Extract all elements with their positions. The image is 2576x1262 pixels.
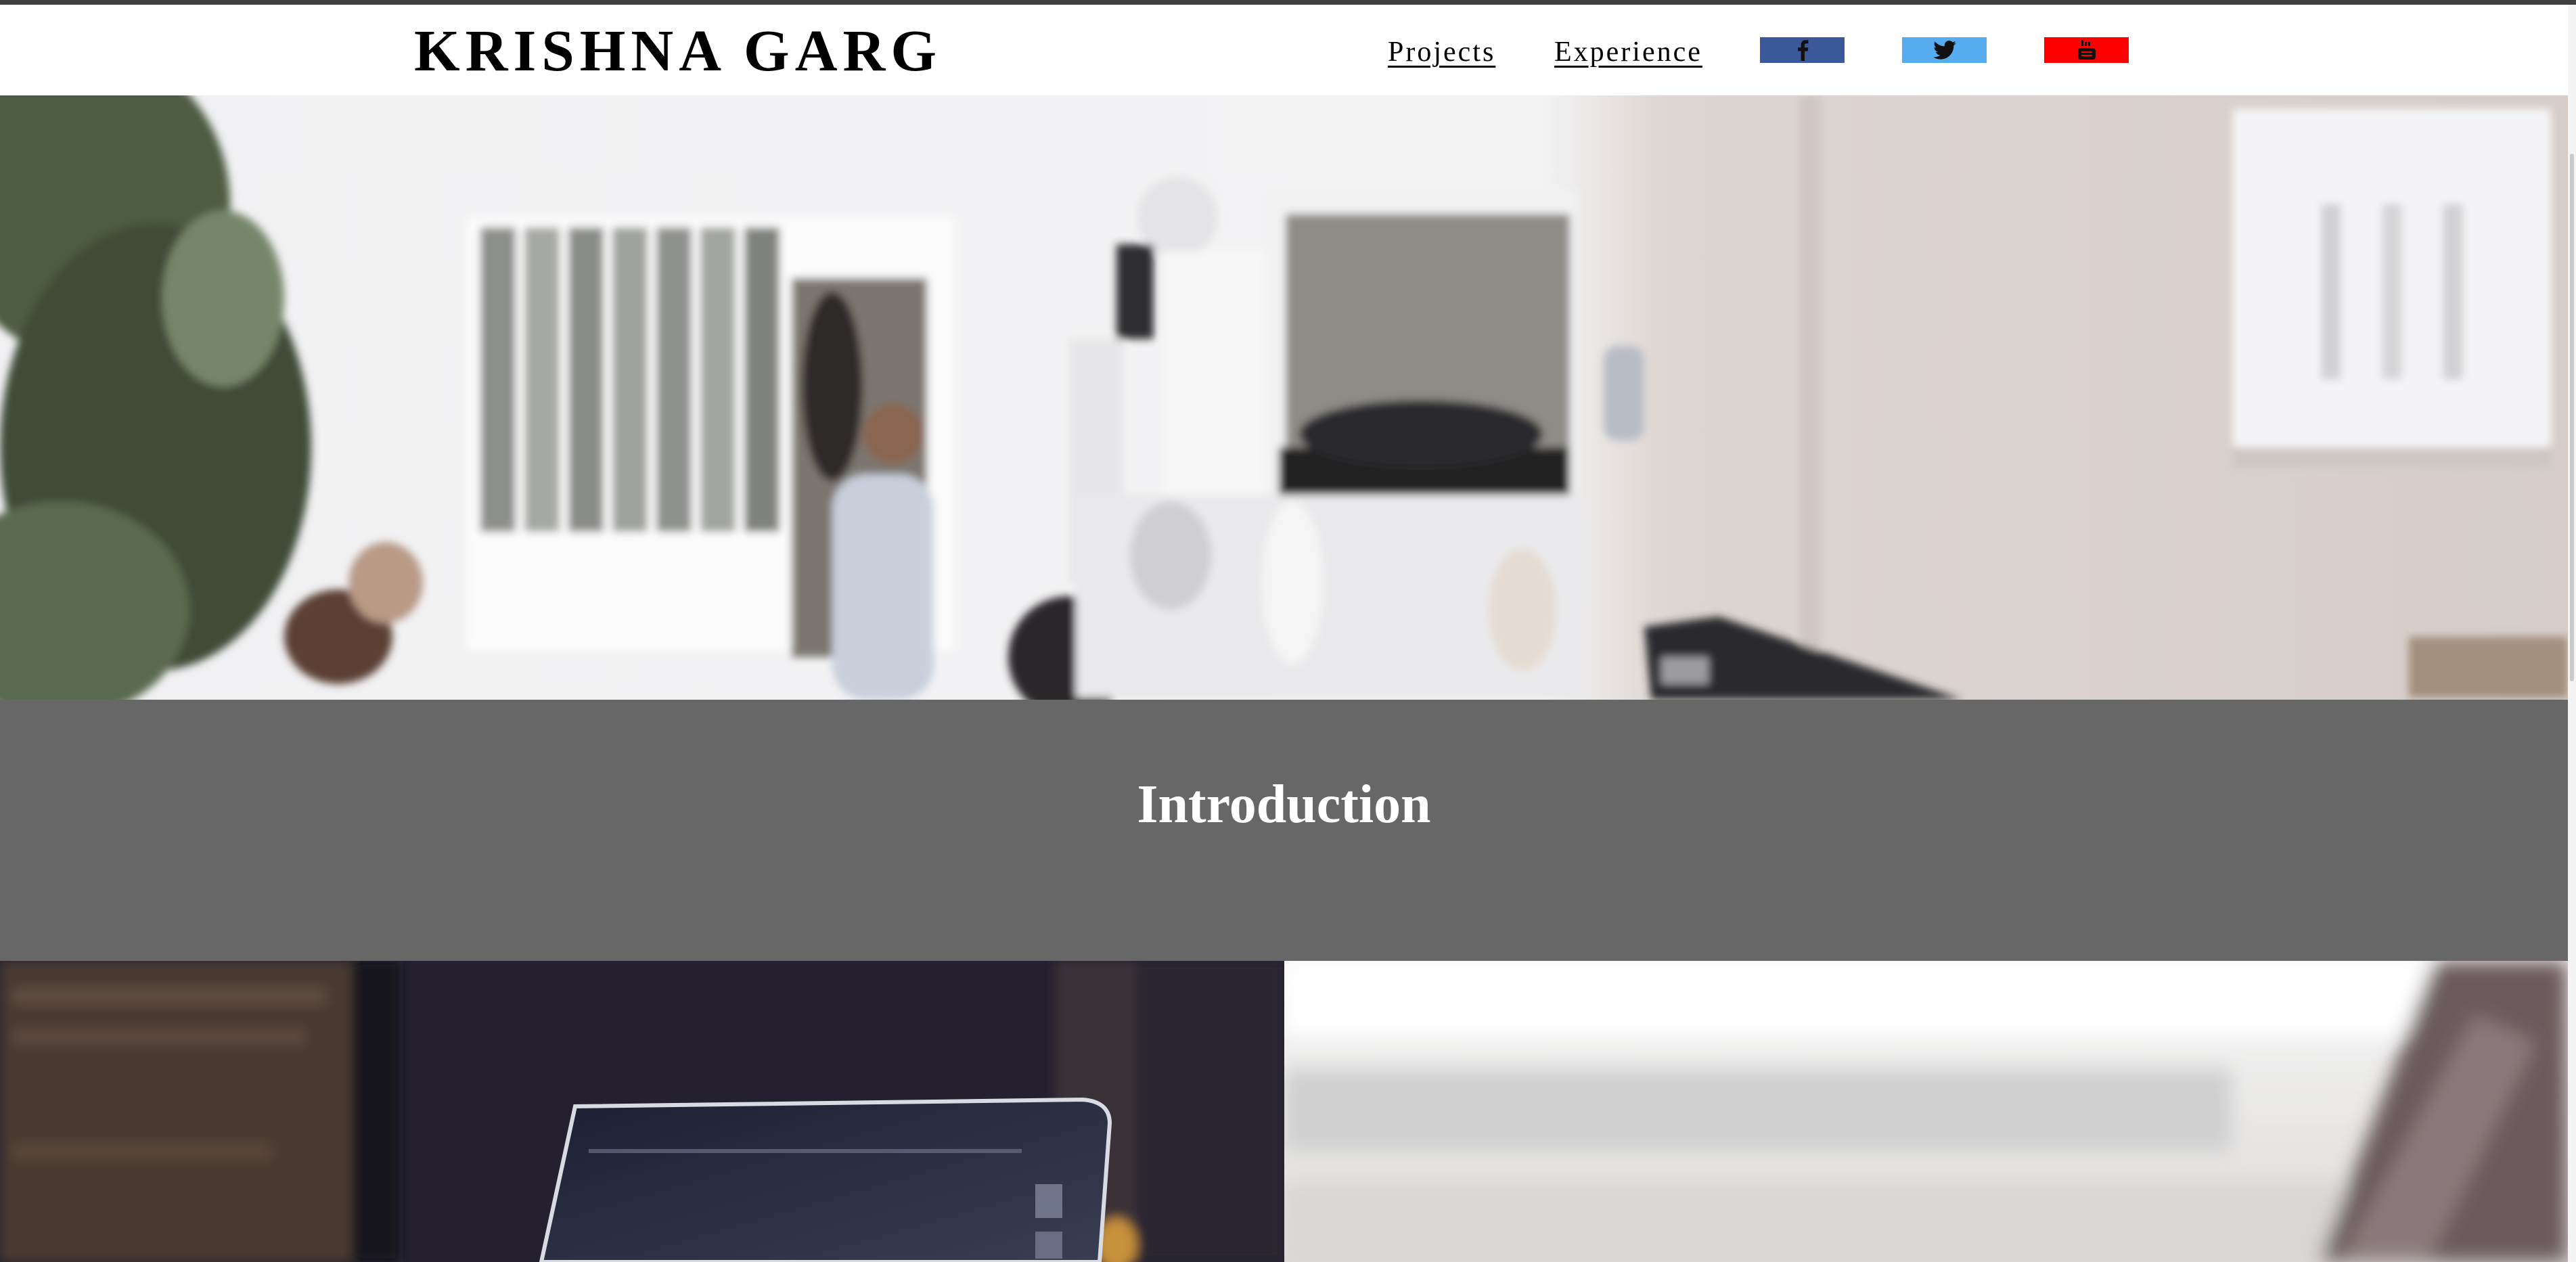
facebook-button[interactable] [1760,37,1845,63]
page: KRISHNA GARG Projects Experience Introdu… [0,0,2576,1262]
introduction-section: Introduction [0,700,2568,961]
site-logo-text[interactable]: KRISHNA GARG [414,17,942,85]
scrollbar-thumb[interactable] [2570,154,2574,681]
nav-link-projects[interactable]: Projects [1388,33,1495,71]
top-border [0,0,2576,5]
project-image-right[interactable] [1284,961,2568,1262]
site-header: KRISHNA GARG Projects Experience [0,5,2568,95]
page-scrollbar[interactable] [2568,5,2576,1262]
twitter-button[interactable] [1902,37,1987,63]
twitter-icon [1933,41,1956,60]
youtube-button[interactable] [2044,37,2129,63]
youtube-icon [2077,40,2096,60]
facebook-icon [1797,40,1808,61]
project-image-left[interactable] [0,961,1284,1262]
hero-image [0,95,2568,700]
nav-link-experience[interactable]: Experience [1554,33,1702,71]
introduction-heading: Introduction [1137,775,1431,834]
